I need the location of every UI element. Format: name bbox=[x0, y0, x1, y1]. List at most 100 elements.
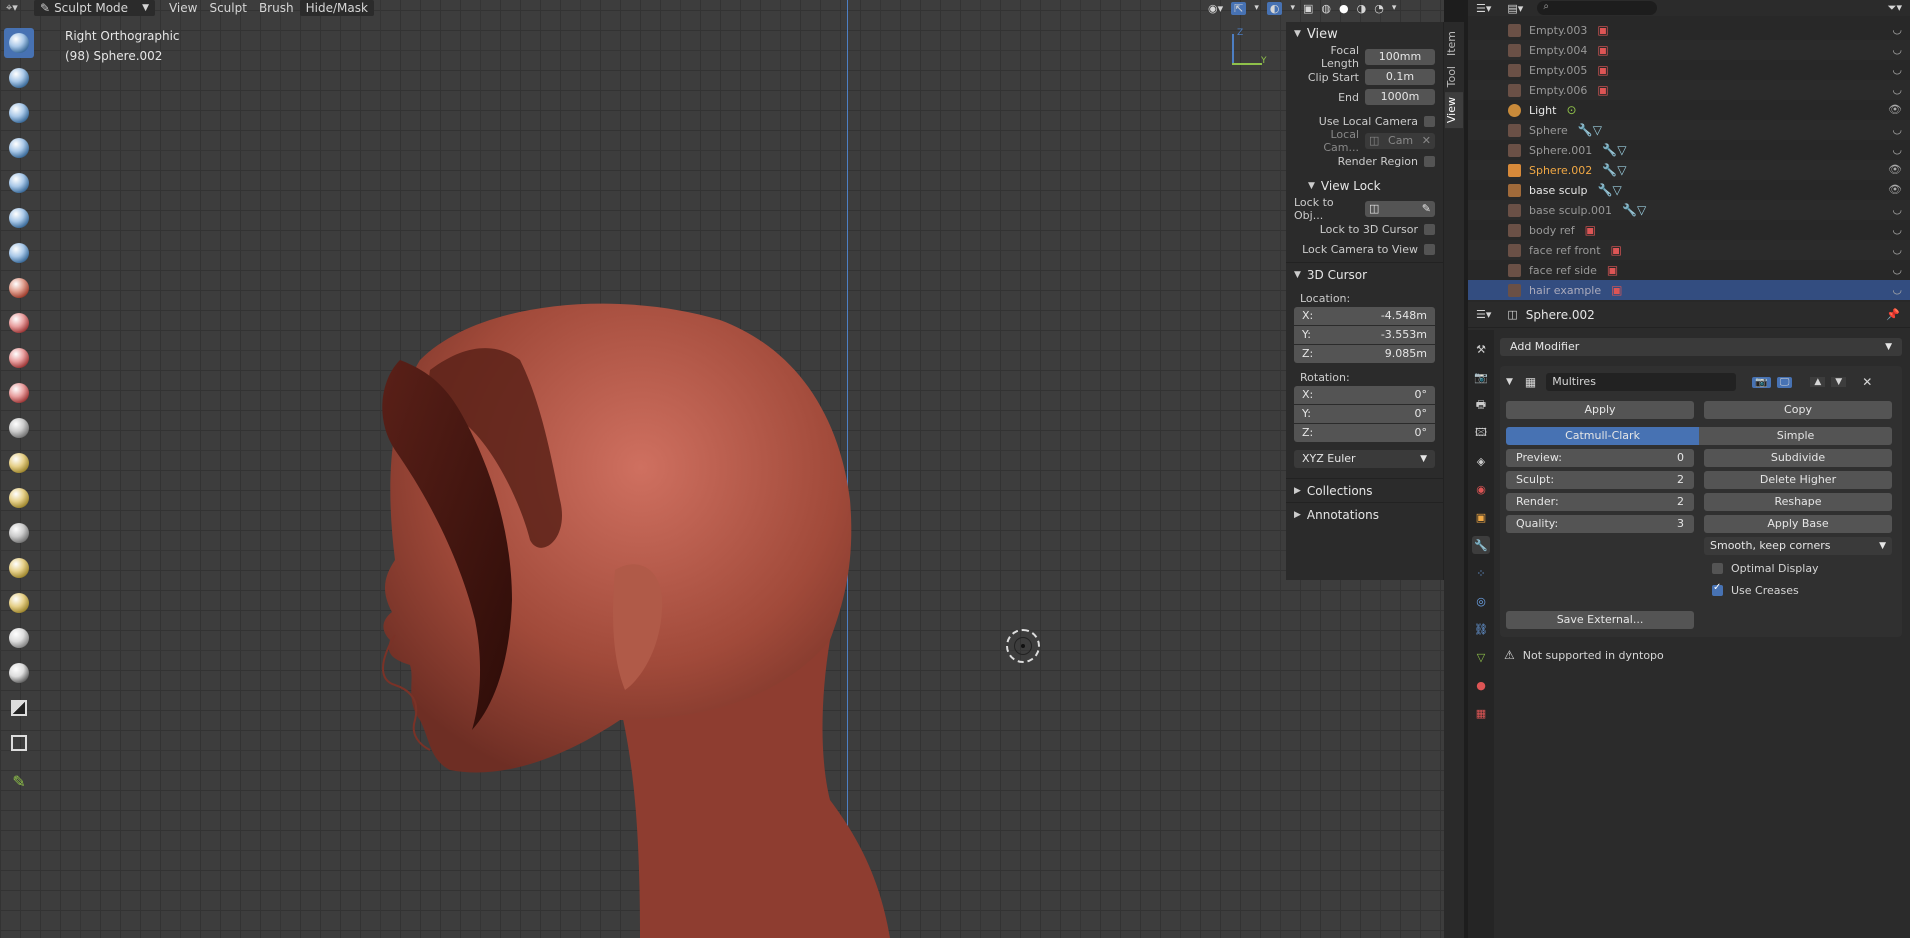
eye-closed-icon[interactable]: ◡ bbox=[1892, 123, 1902, 136]
chevron-down-icon[interactable]: ▾ bbox=[1254, 3, 1259, 13]
annotations-panel-header[interactable]: ▶ Annotations bbox=[1286, 502, 1443, 526]
layer-tool[interactable] bbox=[4, 203, 34, 233]
outliner-row[interactable]: Sphere.001 🔧▽ ◡ bbox=[1468, 140, 1910, 160]
smooth-tool[interactable] bbox=[4, 343, 34, 373]
object-properties-icon[interactable]: ▣ bbox=[1472, 508, 1490, 526]
view-lock-header[interactable]: ▼ View Lock bbox=[1286, 174, 1443, 198]
inflate-tool[interactable] bbox=[4, 238, 34, 268]
menu-sculpt[interactable]: Sculpt bbox=[203, 0, 252, 16]
eyedropper-icon[interactable]: ✎ bbox=[1422, 201, 1431, 217]
chevron-down-icon[interactable]: ▾ bbox=[1290, 3, 1295, 13]
outliner-row[interactable]: face ref side ▣ ◡ bbox=[1468, 260, 1910, 280]
eye-closed-icon[interactable]: ◡ bbox=[1892, 83, 1902, 96]
uv-smooth-dropdown[interactable]: Smooth, keep corners ▼ bbox=[1704, 537, 1892, 555]
mode-dropdown[interactable]: ✎ Sculpt Mode ▼ bbox=[34, 0, 155, 16]
flatten-tool[interactable] bbox=[4, 378, 34, 408]
particles-properties-icon[interactable]: ⁘ bbox=[1472, 564, 1490, 582]
sculpt-field[interactable]: Sculpt: 2 bbox=[1506, 471, 1694, 489]
scene-properties-icon[interactable]: ◈ bbox=[1472, 452, 1490, 470]
scrape-tool[interactable] bbox=[4, 448, 34, 478]
eye-closed-icon[interactable]: ◡ bbox=[1892, 203, 1902, 216]
material-properties-icon[interactable]: ● bbox=[1472, 676, 1490, 694]
tab-item[interactable]: Item bbox=[1445, 26, 1463, 61]
outliner-row[interactable]: face ref front ▣ ◡ bbox=[1468, 240, 1910, 260]
outliner-row[interactable]: Light ⊙ 👁 bbox=[1468, 100, 1910, 120]
physics-properties-icon[interactable]: ◎ bbox=[1472, 592, 1490, 610]
outliner-row[interactable]: base sculp 🔧▽ 👁 bbox=[1468, 180, 1910, 200]
xray-icon[interactable]: ▣ bbox=[1303, 2, 1313, 15]
blob-tool[interactable] bbox=[4, 273, 34, 303]
rendered-shading-icon[interactable]: ◔ bbox=[1374, 2, 1384, 15]
local-camera-field[interactable]: ◫ Cam ✕ bbox=[1365, 133, 1435, 149]
optimal-display-checkbox[interactable] bbox=[1712, 562, 1723, 574]
rotation-y-field[interactable]: Y: 0° bbox=[1294, 405, 1435, 423]
move-down-icon[interactable]: ▼ bbox=[1831, 377, 1847, 387]
optimal-display-row[interactable]: Optimal Display bbox=[1704, 559, 1892, 577]
view-layer-properties-icon[interactable]: 🖾 bbox=[1472, 424, 1490, 442]
use-creases-row[interactable]: Use Creases bbox=[1704, 581, 1892, 599]
fill-tool[interactable] bbox=[4, 413, 34, 443]
add-modifier-dropdown[interactable]: Add Modifier ▼ bbox=[1500, 338, 1902, 356]
outliner-row[interactable]: hair example ▣ ◡ bbox=[1468, 280, 1910, 300]
rotation-mode-dropdown[interactable]: XYZ Euler ▼ bbox=[1294, 450, 1435, 468]
outliner-row[interactable]: Empty.004 ▣ ◡ bbox=[1468, 40, 1910, 60]
constraints-properties-icon[interactable]: ⛓ bbox=[1472, 620, 1490, 638]
eye-closed-icon[interactable]: ◡ bbox=[1892, 23, 1902, 36]
draw-face-sets-tool[interactable] bbox=[4, 658, 34, 688]
render-properties-icon[interactable]: 📷 bbox=[1472, 368, 1490, 386]
eye-open-icon[interactable]: 👁 bbox=[1888, 163, 1902, 176]
rotation-z-field[interactable]: Z: 0° bbox=[1294, 424, 1435, 442]
texture-properties-icon[interactable]: ▦ bbox=[1472, 704, 1490, 722]
render-toggle-icon[interactable]: 📷 bbox=[1752, 376, 1771, 388]
outliner-row[interactable]: Sphere 🔧▽ ◡ bbox=[1468, 120, 1910, 140]
output-properties-icon[interactable]: 🖶 bbox=[1472, 396, 1490, 414]
delete-higher-button[interactable]: Delete Higher bbox=[1704, 471, 1892, 489]
tab-tool[interactable]: Tool bbox=[1445, 61, 1463, 92]
modifier-properties-icon[interactable]: 🔧 bbox=[1472, 536, 1490, 554]
snake-hook-tool[interactable] bbox=[4, 588, 34, 618]
crease-tool[interactable] bbox=[4, 308, 34, 338]
collections-panel-header[interactable]: ▶ Collections bbox=[1286, 478, 1443, 502]
render-field[interactable]: Render: 2 bbox=[1506, 493, 1694, 511]
tool-properties-icon[interactable]: ⚒ bbox=[1472, 340, 1490, 358]
data-properties-icon[interactable]: ▽ bbox=[1472, 648, 1490, 666]
modifier-name-field[interactable]: Multires bbox=[1546, 373, 1737, 391]
lock-camera-to-view-checkbox[interactable] bbox=[1424, 243, 1435, 255]
eye-closed-icon[interactable]: ◡ bbox=[1892, 43, 1902, 56]
eye-closed-icon[interactable]: ◡ bbox=[1892, 223, 1902, 236]
apply-base-button[interactable]: Apply Base bbox=[1704, 515, 1892, 533]
move-up-icon[interactable]: ▲ bbox=[1810, 377, 1826, 387]
mask-tool[interactable] bbox=[4, 623, 34, 653]
reshape-button[interactable]: Reshape bbox=[1704, 493, 1892, 511]
eye-open-icon[interactable]: 👁 bbox=[1888, 183, 1902, 196]
save-external-button[interactable]: Save External... bbox=[1506, 611, 1694, 629]
quality-field[interactable]: Quality: 3 bbox=[1506, 515, 1694, 533]
location-x-field[interactable]: X: -4.548m bbox=[1294, 307, 1435, 325]
close-icon[interactable]: ✕ bbox=[1862, 375, 1872, 389]
solid-shading-icon[interactable]: ● bbox=[1339, 2, 1349, 15]
expanded-triangle-icon[interactable]: ▼ bbox=[1506, 377, 1513, 387]
outliner-row[interactable]: base sculp.001 🔧▽ ◡ bbox=[1468, 200, 1910, 220]
clip-start-field[interactable]: 0.1m bbox=[1365, 69, 1435, 85]
viewport-toggle-icon[interactable]: 🖵 bbox=[1776, 376, 1793, 388]
location-y-field[interactable]: Y: -3.553m bbox=[1294, 326, 1435, 344]
pinch-tool[interactable] bbox=[4, 518, 34, 548]
chevron-down-icon[interactable]: ▾ bbox=[1392, 3, 1397, 13]
wireframe-shading-icon[interactable]: ◍ bbox=[1321, 2, 1331, 15]
outliner-row[interactable]: Empty.005 ▣ ◡ bbox=[1468, 60, 1910, 80]
eye-closed-icon[interactable]: ◡ bbox=[1892, 263, 1902, 276]
overlay-icon[interactable]: ◐ bbox=[1266, 1, 1283, 15]
simple-button[interactable]: Simple bbox=[1699, 427, 1892, 445]
clay-tool[interactable] bbox=[4, 98, 34, 128]
material-shading-icon[interactable]: ◑ bbox=[1357, 2, 1367, 15]
outliner-row[interactable]: Empty.003 ▣ ◡ bbox=[1468, 20, 1910, 40]
rotation-x-field[interactable]: X: 0° bbox=[1294, 386, 1435, 404]
outliner-row[interactable]: Empty.006 ▣ ◡ bbox=[1468, 80, 1910, 100]
3d-viewport[interactable]: ⌖▾ ✎ Sculpt Mode ▼ View Sculpt Brush Hid… bbox=[0, 0, 1444, 938]
menu-brush[interactable]: Brush bbox=[253, 0, 300, 16]
box-mask-tool[interactable] bbox=[4, 693, 34, 723]
location-z-field[interactable]: Z: 9.085m bbox=[1294, 345, 1435, 363]
copy-button[interactable]: Copy bbox=[1704, 401, 1892, 419]
outliner-row[interactable]: body ref ▣ ◡ bbox=[1468, 220, 1910, 240]
box-hide-tool[interactable] bbox=[4, 728, 34, 758]
